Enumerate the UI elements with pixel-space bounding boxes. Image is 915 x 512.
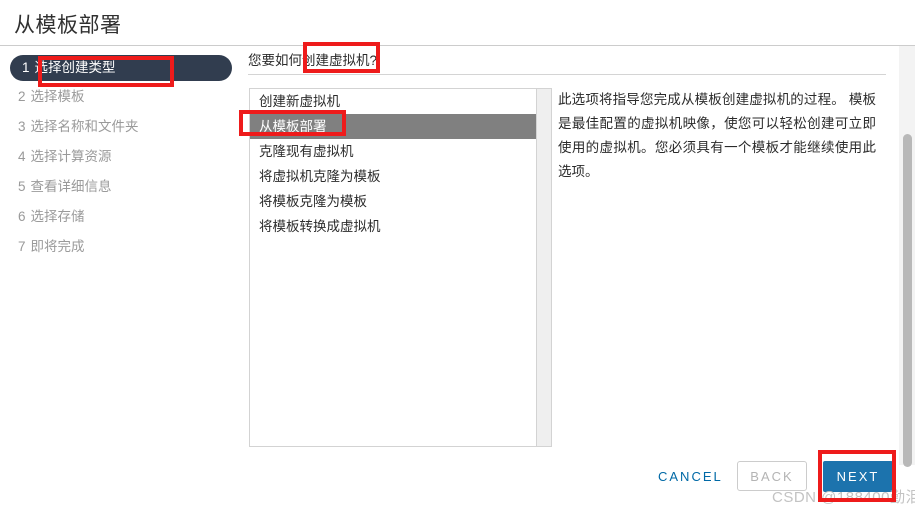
listbox-scrollbar[interactable]	[537, 88, 552, 447]
wizard-step-sidebar: 1 选择创建类型 2 选择模板 3 选择名称和文件夹 4 选择计算资源 5 查看详细信息 …	[0, 55, 238, 263]
sidebar-item-1-label: 选择创建类型	[34, 60, 116, 75]
sidebar-item-3-number: 3	[18, 119, 26, 134]
sidebar-item-2-number: 2	[18, 89, 26, 104]
sidebar-item-step-3[interactable]: 3 选择名称和文件夹	[0, 113, 238, 141]
sidebar-item-6-number: 6	[18, 209, 26, 224]
sidebar-item-5-number: 5	[18, 179, 26, 194]
option-description-text: 此选项将指导您完成从模板创建虚拟机的过程。 模板是最佳配置的虚拟机映像，使您可以…	[558, 92, 876, 179]
page-scrollbar-thumb[interactable]	[903, 134, 912, 467]
list-item-convert-template-to-vm[interactable]: 将模板转换成虚拟机	[250, 214, 536, 239]
sidebar-item-step-7[interactable]: 7 即将完成	[0, 233, 238, 261]
sidebar-item-2-label: 选择模板	[30, 89, 85, 104]
sidebar-item-7-number: 7	[18, 239, 26, 254]
sidebar-item-4-number: 4	[18, 149, 26, 164]
question-divider	[248, 74, 886, 75]
next-button[interactable]: NEXT	[823, 461, 893, 492]
sidebar-item-6-label: 选择存储	[30, 209, 85, 224]
list-item-deploy-from-template[interactable]: 从模板部署	[250, 114, 536, 139]
header-divider	[0, 45, 915, 46]
list-item-create-new-vm[interactable]: 创建新虚拟机	[250, 89, 536, 114]
sidebar-item-5-label: 查看详细信息	[30, 179, 112, 194]
sidebar-item-step-6[interactable]: 6 选择存储	[0, 203, 238, 231]
creation-type-listbox[interactable]: 创建新虚拟机 从模板部署 克隆现有虚拟机 将虚拟机克隆为模板 将模板克隆为模板 …	[249, 88, 537, 447]
sidebar-item-step-1[interactable]: 1 选择创建类型	[10, 55, 232, 81]
sidebar-item-step-4[interactable]: 4 选择计算资源	[0, 143, 238, 171]
question-label: 您要如何创建虚拟机?	[248, 53, 378, 68]
cancel-button[interactable]: CANCEL	[652, 468, 729, 485]
list-item-clone-vm-to-template[interactable]: 将虚拟机克隆为模板	[250, 164, 536, 189]
list-item-clone-template-to-template[interactable]: 将模板克隆为模板	[250, 189, 536, 214]
sidebar-item-7-label: 即将完成	[30, 239, 85, 254]
sidebar-item-1-number: 1	[22, 60, 30, 75]
list-item-clone-existing-vm[interactable]: 克隆现有虚拟机	[250, 139, 536, 164]
sidebar-item-step-2[interactable]: 2 选择模板	[0, 83, 238, 111]
sidebar-item-4-label: 选择计算资源	[30, 149, 112, 164]
sidebar-item-3-label: 选择名称和文件夹	[30, 119, 139, 134]
back-button: BACK	[737, 461, 807, 491]
wizard-footer: CANCEL BACK NEXT	[0, 455, 899, 512]
sidebar-item-step-5[interactable]: 5 查看详细信息	[0, 173, 238, 201]
page-scrollbar-track[interactable]	[899, 46, 915, 467]
page-title: 从模板部署	[14, 14, 122, 37]
